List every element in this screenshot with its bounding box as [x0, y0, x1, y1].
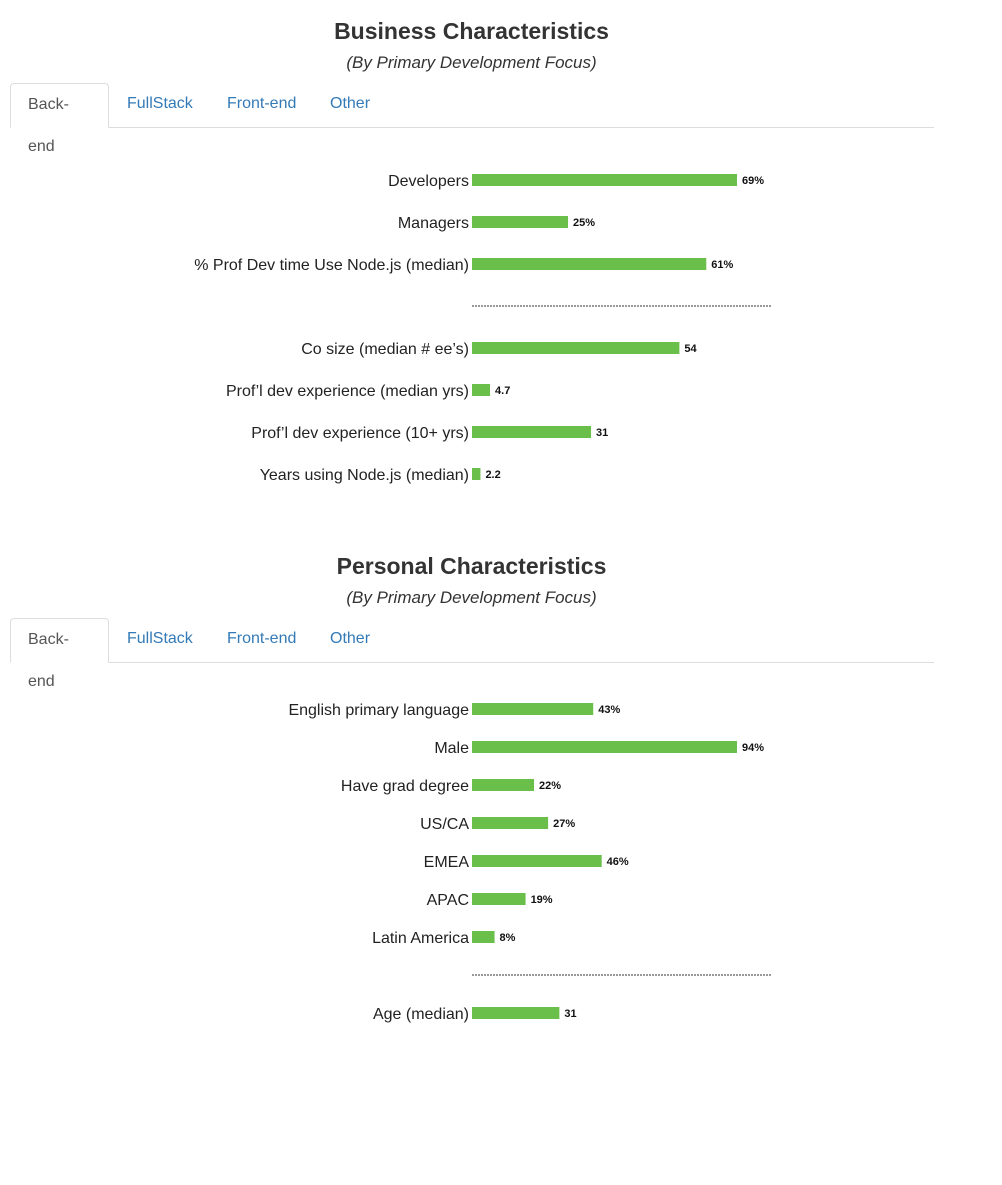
tab-front-end[interactable]: Front-end: [210, 618, 313, 661]
data-label: 54: [684, 343, 697, 355]
bar: [472, 384, 491, 396]
data-label: 43%: [598, 704, 620, 716]
bar: [472, 855, 602, 867]
category-label: Male: [434, 740, 469, 757]
bar: [472, 703, 594, 715]
bar: [472, 1007, 560, 1019]
data-label: 22%: [539, 780, 561, 792]
section-subtitle: (By Primary Development Focus): [346, 53, 597, 72]
data-label: 27%: [553, 818, 575, 830]
tab-bar: Back-end FullStack Front-end Other: [10, 83, 934, 155]
data-label: 19%: [531, 894, 553, 906]
bar: [472, 779, 535, 791]
tab-back-end[interactable]: Back-end: [10, 83, 109, 155]
bar: [472, 258, 707, 270]
bar: [472, 216, 569, 228]
category-label: Have grad degree: [341, 778, 469, 795]
business-bar-chart: Developers 69% Managers 25% % Prof Dev time …: [194, 173, 772, 484]
data-label: 31: [596, 427, 608, 439]
category-label: Prof’l dev experience (10+ yrs): [251, 425, 469, 442]
tab-other[interactable]: Other: [313, 83, 387, 126]
tab-fullstack[interactable]: FullStack: [110, 83, 210, 126]
data-label: 31: [564, 1008, 576, 1020]
category-label: Co size (median # ee’s): [301, 341, 469, 358]
tab-front-end[interactable]: Front-end: [210, 83, 313, 126]
data-label: 4.7: [495, 385, 510, 397]
tab-bar: Back-end FullStack Front-end Other: [10, 618, 934, 690]
category-label: % Prof Dev time Use Node.js (median): [194, 257, 469, 274]
data-label: 25%: [573, 217, 595, 229]
bar: [472, 893, 526, 905]
section-title: Business Characteristics: [334, 18, 609, 44]
category-label: Years using Node.js (median): [260, 467, 469, 484]
bar: [472, 426, 592, 438]
tab-other[interactable]: Other: [313, 618, 387, 661]
bar: [472, 741, 737, 753]
category-label: Prof’l dev experience (median yrs): [226, 383, 469, 400]
bar: [472, 342, 680, 354]
section-subtitle: (By Primary Development Focus): [346, 588, 597, 607]
tab-fullstack[interactable]: FullStack: [110, 618, 210, 661]
category-label: Managers: [398, 215, 469, 232]
category-label: APAC: [427, 892, 469, 909]
bar: [472, 174, 737, 186]
data-label: 2.2: [485, 469, 500, 481]
tab-back-end[interactable]: Back-end: [10, 618, 109, 690]
category-label: Latin America: [372, 930, 469, 947]
bar: [472, 468, 481, 480]
data-label: 46%: [607, 856, 629, 868]
category-label: EMEA: [424, 854, 470, 871]
data-label: 69%: [742, 175, 764, 187]
personal-bar-chart: English primary language 43% Male 94% Have g…: [288, 702, 772, 1023]
category-label: Developers: [388, 173, 469, 190]
category-label: US/CA: [420, 816, 469, 833]
section-title: Personal Characteristics: [336, 553, 607, 579]
category-label: Age (median): [373, 1006, 469, 1023]
data-label: 94%: [742, 742, 764, 754]
category-label: English primary language: [288, 702, 469, 719]
bar: [472, 931, 495, 943]
bar: [472, 817, 549, 829]
data-label: 61%: [711, 259, 733, 271]
data-label: 8%: [500, 932, 516, 944]
